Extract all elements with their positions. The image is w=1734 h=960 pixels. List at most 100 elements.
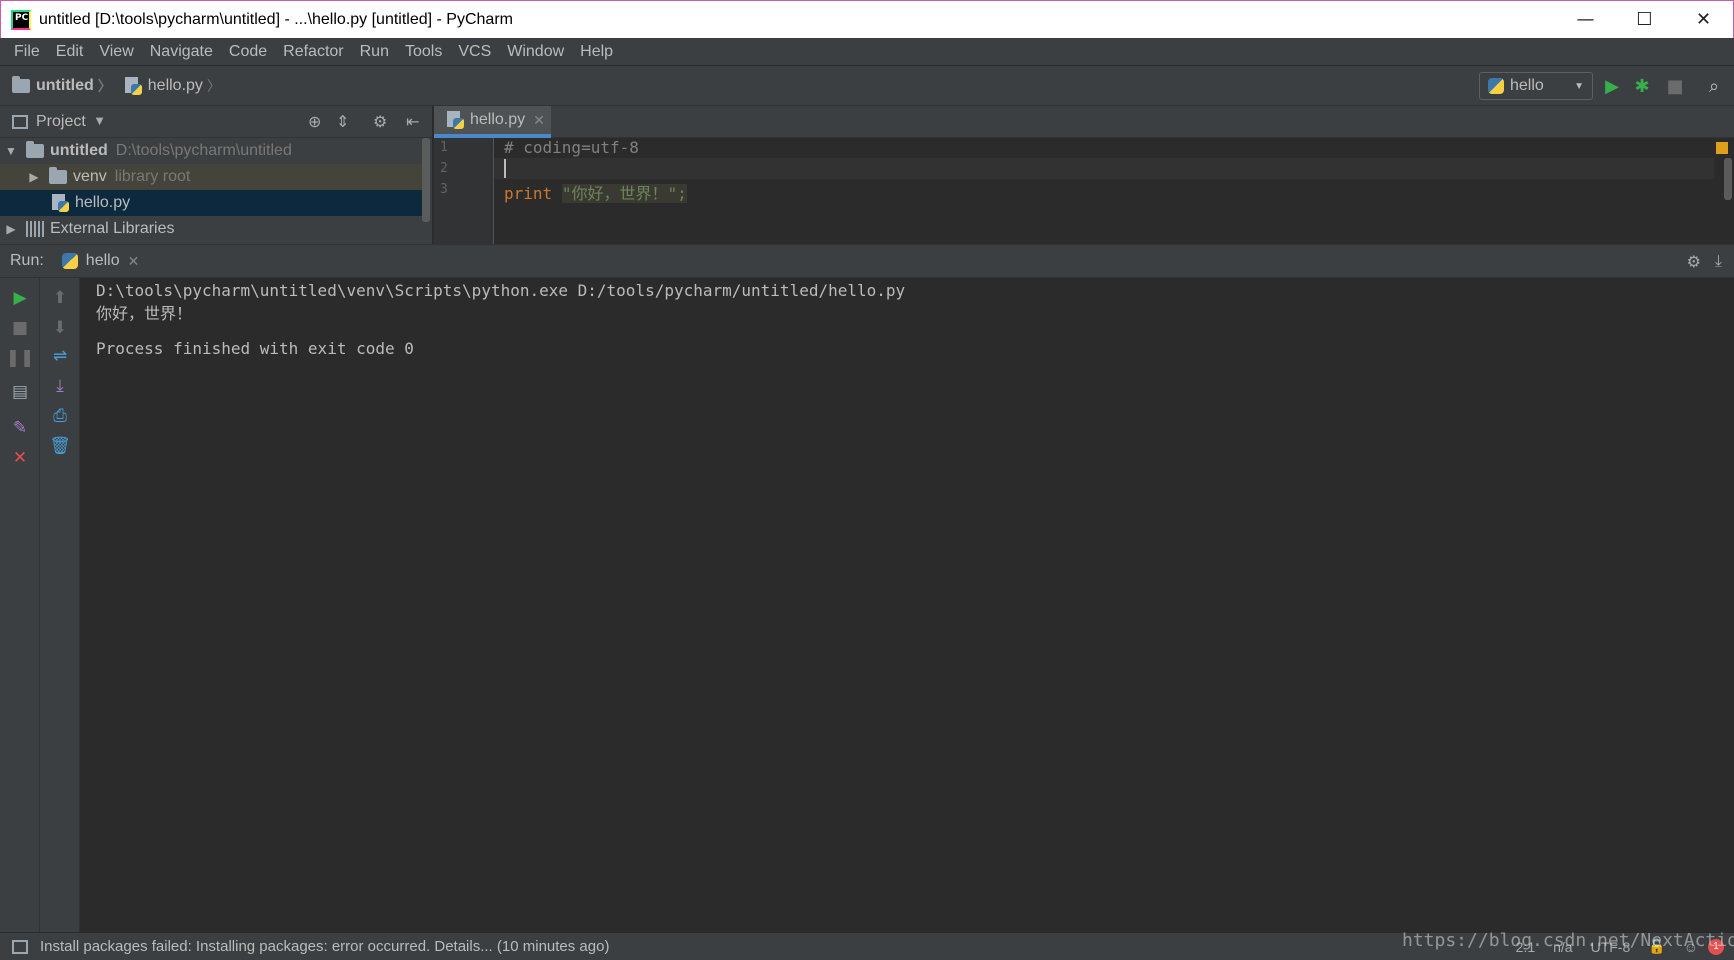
stop-icon[interactable]: ■ [8, 316, 32, 340]
python-file-icon [124, 76, 142, 95]
python-icon [61, 253, 78, 269]
close-window-button[interactable]: ✕ [1674, 1, 1733, 39]
menu-tools[interactable]: Tools [397, 43, 450, 61]
run-tab-label: hello [85, 252, 120, 269]
title-bar: PC untitled [D:\tools\pycharm\untitled] … [0, 0, 1734, 38]
menu-edit[interactable]: Edit [48, 43, 92, 61]
debug-bug-icon[interactable]: ✱ [1630, 74, 1654, 98]
minimize-button[interactable]: — [1556, 1, 1615, 39]
stop-icon[interactable]: ■ [1663, 74, 1687, 98]
gear-icon[interactable]: ⚙ [373, 112, 387, 131]
run-toolbar-secondary: ⬆ ⬇ ⇌ ⤓ ⎙ 🗑 [40, 278, 80, 932]
tree-item-venv[interactable]: ▶ venv library root [0, 164, 422, 190]
arrow-up-icon[interactable]: ⬆ [48, 286, 72, 310]
expanded-arrow-icon[interactable]: ▼ [4, 144, 18, 158]
tree-root-path: D:\tools\pycharm\untitled [115, 142, 292, 159]
menu-help[interactable]: Help [572, 43, 621, 61]
python-icon [1488, 78, 1504, 94]
menu-refactor[interactable]: Refactor [275, 43, 351, 61]
run-configuration-select[interactable]: hello ▼ [1479, 72, 1593, 100]
code-line-1: # coding=utf-8 [504, 138, 639, 157]
restore-layout-icon[interactable]: ▤ [8, 380, 32, 404]
status-message[interactable]: Install packages failed: Installing pack… [40, 938, 609, 955]
text-cursor [504, 159, 506, 178]
editor-tab-bar: hello.py ✕ [434, 106, 1734, 138]
menu-view[interactable]: View [91, 43, 141, 61]
folder-icon [12, 75, 30, 93]
libraries-icon [26, 221, 44, 237]
locate-file-icon[interactable]: ⊕ [308, 112, 321, 131]
console-line-command: D:\tools\pycharm\untitled\venv\Scripts\p… [96, 281, 906, 300]
gear-icon[interactable]: ⚙ [1687, 252, 1701, 271]
tree-venv-name: venv [73, 168, 107, 185]
editor-scrollbar[interactable] [1724, 158, 1732, 200]
project-tree-scrollbar[interactable] [422, 138, 430, 222]
project-panel-title[interactable]: Project [36, 113, 86, 131]
pause-icon[interactable]: ❚❚ [6, 346, 35, 370]
hide-panel-icon[interactable]: ⇤ [406, 112, 419, 131]
chevron-down-icon[interactable]: ▼ [96, 116, 104, 127]
line-number-gutter: 1 2 3 [434, 138, 494, 244]
menu-vcs[interactable]: VCS [450, 43, 499, 61]
navigation-bar: untitled 〉 hello.py 〉 [0, 66, 1734, 106]
line-number: 2 [440, 161, 448, 176]
tree-external-label: External Libraries [50, 220, 175, 237]
scroll-to-end-icon[interactable]: ⤓ [48, 374, 72, 398]
line-number: 3 [440, 182, 448, 197]
code-editor[interactable]: 1 2 3 # coding=utf-8 print "你好，世界！"; [434, 138, 1734, 244]
run-console[interactable]: D:\tools\pycharm\untitled\venv\Scripts\p… [80, 278, 1734, 932]
menu-window[interactable]: Window [499, 43, 572, 61]
soft-wrap-icon[interactable]: ⇌ [48, 344, 72, 368]
run-toolbar-primary: ▶ ■ ❚❚ ▤ ✎ ✕ [0, 278, 40, 932]
breadcrumb-file[interactable]: hello.py 〉 [124, 76, 221, 96]
menu-navigate[interactable]: Navigate [142, 43, 221, 61]
run-panel-label: Run: [10, 252, 44, 269]
warning-marker-icon[interactable] [1716, 142, 1728, 154]
collapsed-arrow-icon[interactable]: ▶ [4, 222, 18, 236]
folder-icon [49, 167, 67, 184]
menu-code[interactable]: Code [221, 43, 275, 61]
tree-item-external-libraries[interactable]: ▶ External Libraries [0, 216, 422, 242]
tree-item-hello-py[interactable]: hello.py [0, 190, 422, 216]
arrow-down-icon[interactable]: ⬇ [48, 316, 72, 340]
folder-icon [26, 141, 44, 158]
hide-panel-icon[interactable]: ⤓ [1715, 251, 1722, 271]
close-tab-icon[interactable]: ✕ [128, 253, 140, 270]
run-icon[interactable]: ▶ [1600, 74, 1624, 98]
run-configuration-label: hello [1510, 77, 1544, 94]
collapsed-arrow-icon[interactable]: ▶ [27, 170, 41, 184]
code-string: "你好，世界！"; [561, 184, 687, 203]
pycharm-logo-icon: PC [11, 9, 31, 30]
breadcrumb-file-label: hello.py [147, 76, 203, 94]
rerun-icon[interactable]: ▶ [8, 286, 32, 310]
project-panel-header: Project ▼ [0, 106, 432, 138]
code-keyword: print [504, 184, 553, 203]
trash-icon[interactable]: 🗑 [48, 434, 72, 458]
print-icon[interactable]: ⎙ [48, 404, 72, 428]
line-number: 1 [440, 140, 448, 155]
close-tab-icon[interactable]: ✕ [533, 112, 545, 129]
close-run-icon[interactable]: ✕ [8, 446, 32, 470]
menu-run[interactable]: Run [352, 43, 397, 61]
project-tree: ▼ untitled D:\tools\pycharm\untitled ▶ v… [0, 138, 432, 244]
menu-file[interactable]: File [6, 43, 48, 61]
search-everywhere-icon[interactable]: ⌕ [1702, 74, 1726, 98]
watermark: https://blog.csdn.net/NextAction [1402, 930, 1734, 951]
tree-file-name: hello.py [75, 194, 131, 211]
code-line-3: print "你好，世界！"; [504, 180, 687, 204]
python-file-icon [446, 111, 464, 129]
run-tab-hello[interactable]: hello ✕ [61, 252, 140, 270]
menu-bar: File Edit View Navigate Code Refactor Ru… [0, 38, 1734, 66]
collapse-all-icon[interactable]: ⇕ [336, 112, 349, 131]
tool-windows-toggle-icon[interactable] [12, 939, 28, 954]
tab-hello-py[interactable]: hello.py ✕ [434, 106, 551, 138]
chevron-down-icon: ▼ [1574, 80, 1584, 92]
breadcrumb-project[interactable]: untitled 〉 [12, 75, 112, 96]
pin-tab-icon[interactable]: ✎ [8, 416, 32, 440]
breadcrumb-project-label: untitled [36, 76, 94, 94]
breadcrumb-separator-icon: 〉 [97, 77, 112, 94]
tree-item-untitled[interactable]: ▼ untitled D:\tools\pycharm\untitled [0, 138, 422, 164]
editor-tab-label: hello.py [470, 111, 526, 128]
tree-venv-note: library root [114, 168, 191, 185]
maximize-button[interactable]: ☐ [1615, 1, 1674, 39]
